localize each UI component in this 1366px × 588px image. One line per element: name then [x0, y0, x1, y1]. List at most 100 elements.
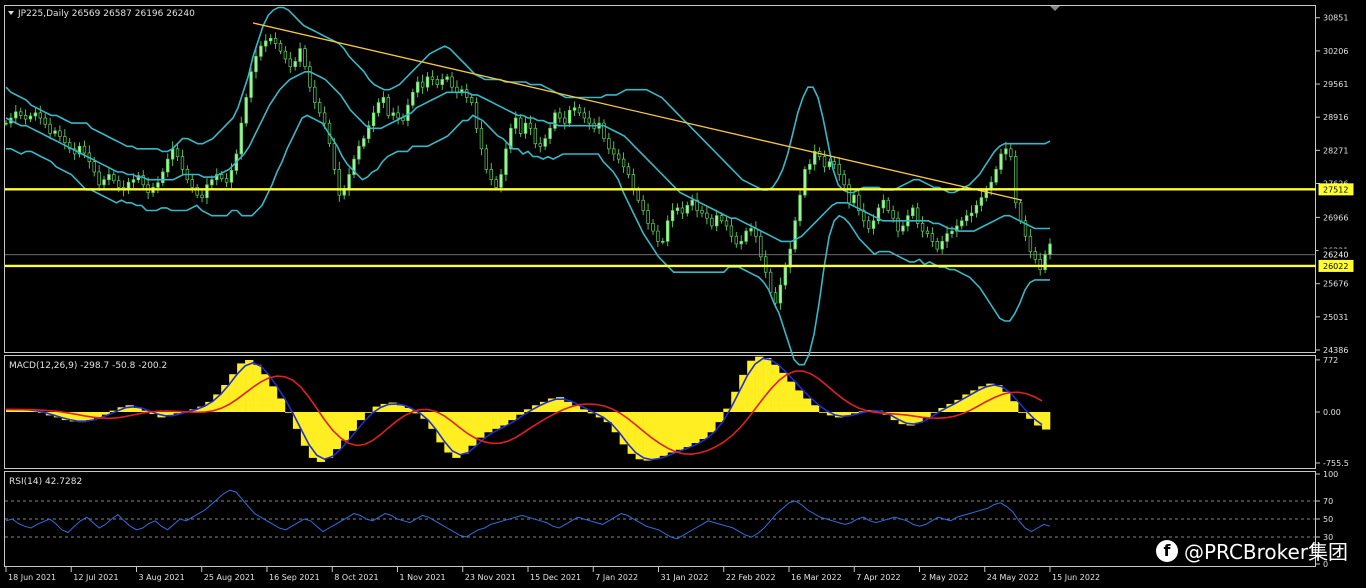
candle-body	[278, 43, 283, 52]
macd-histogram-bar	[340, 412, 349, 441]
candle-body	[778, 284, 783, 304]
x-axis-label: 12 Jul 2021	[73, 573, 118, 582]
macd-histogram-bar	[794, 390, 804, 412]
candle-body	[719, 215, 724, 222]
x-axis-label: 25 Aug 2021	[204, 573, 255, 582]
candle-body	[563, 117, 567, 124]
candle-body	[739, 241, 743, 245]
candle-body	[759, 235, 763, 258]
candle-body	[788, 248, 792, 268]
candle-body	[200, 194, 204, 199]
candle-body	[92, 161, 96, 173]
macd-histogram-bar	[763, 358, 772, 412]
macd-histogram-bar	[707, 412, 716, 433]
candle-body	[871, 220, 876, 229]
macd-histogram-bar	[436, 412, 445, 443]
watermark-logo: f @PRCBroker集团	[1156, 536, 1348, 565]
candle-body	[450, 76, 454, 88]
candle-body	[749, 228, 753, 232]
macd-histogram-bar	[1042, 412, 1051, 430]
macd-histogram-bar	[484, 412, 493, 433]
candle-body	[1048, 243, 1052, 255]
candle-body	[112, 174, 116, 182]
x-axis-label: 22 Feb 2022	[726, 573, 776, 582]
candle-body	[303, 48, 307, 67]
price-axis-label: 30206	[1323, 47, 1348, 56]
candle-body	[322, 112, 327, 124]
x-axis-label: 15 Dec 2021	[530, 573, 581, 582]
candle-body	[881, 199, 886, 209]
candle-body	[607, 138, 611, 150]
x-axis-label: 18 Jun 2021	[8, 573, 56, 582]
macd-histogram-bar	[276, 398, 286, 412]
candle-body	[724, 220, 729, 227]
candle-body	[82, 145, 87, 154]
candle-body	[827, 161, 832, 168]
candle-body	[930, 233, 935, 242]
candle-body	[891, 210, 895, 219]
candle-body	[964, 215, 969, 222]
candle-body	[1018, 202, 1023, 222]
candle-body	[219, 174, 224, 180]
candle-body	[1004, 148, 1008, 155]
candle-body	[440, 79, 444, 85]
candle-body	[616, 153, 621, 160]
candle-body	[533, 127, 538, 145]
candle-body	[994, 169, 998, 183]
candle-body	[33, 112, 38, 117]
candle-body	[690, 199, 694, 206]
candle-body	[288, 58, 292, 67]
candle-body	[425, 76, 430, 88]
macd-histogram-bar	[683, 412, 692, 448]
candle-body	[48, 123, 52, 134]
macd-histogram-bar	[635, 412, 644, 460]
x-axis-label: 3 Aug 2021	[139, 573, 185, 582]
candle-body	[960, 220, 964, 227]
candle-body	[548, 127, 552, 139]
candle-body	[28, 115, 33, 120]
candle-body	[210, 179, 214, 186]
candle-body	[587, 117, 591, 124]
candle-body	[680, 207, 685, 214]
price-axis-label: 28916	[1323, 113, 1348, 122]
macd-histogram-bar	[356, 412, 365, 421]
macd-histogram-bar	[500, 412, 509, 426]
candle-body	[729, 225, 734, 237]
candle-body	[822, 156, 827, 168]
macd-histogram-bar	[268, 386, 278, 412]
macd-histogram-bar	[699, 412, 708, 439]
candle-body	[543, 138, 547, 147]
candle-body	[572, 107, 577, 111]
candle-body	[244, 97, 248, 124]
macd-histogram-bar	[667, 412, 676, 453]
candle-body	[469, 97, 474, 103]
x-axis-label: 16 Sep 2021	[269, 573, 320, 582]
candle-body	[886, 199, 890, 211]
candle-body	[940, 241, 944, 250]
facebook-icon: f	[1156, 539, 1178, 562]
candle-body	[190, 179, 194, 188]
macd-histogram-bar	[675, 412, 684, 450]
candle-body	[901, 225, 905, 232]
candle-body	[866, 220, 871, 229]
candle-body	[283, 50, 288, 60]
candle-body	[205, 184, 209, 199]
candle-body	[175, 148, 180, 157]
candle-body	[254, 55, 258, 73]
candle-body	[117, 180, 121, 188]
candle-body	[249, 71, 253, 98]
candle-body	[705, 212, 709, 219]
candle-body	[631, 174, 636, 191]
candle-body	[1038, 258, 1042, 270]
candle-body	[612, 148, 616, 155]
candle-body	[43, 117, 47, 125]
candle-body	[656, 230, 660, 242]
macd-histogram-bar	[787, 381, 796, 412]
candle-body	[700, 210, 704, 214]
candle-body	[768, 271, 773, 294]
price-axis-label: 30851	[1323, 14, 1348, 23]
macd-title: MACD(12,26,9) -298.7 -50.8 -200.2	[9, 361, 167, 371]
rsi-axis-label: 70	[1323, 497, 1333, 506]
candle-body	[63, 136, 67, 144]
x-axis-label: 8 Oct 2021	[334, 573, 378, 582]
